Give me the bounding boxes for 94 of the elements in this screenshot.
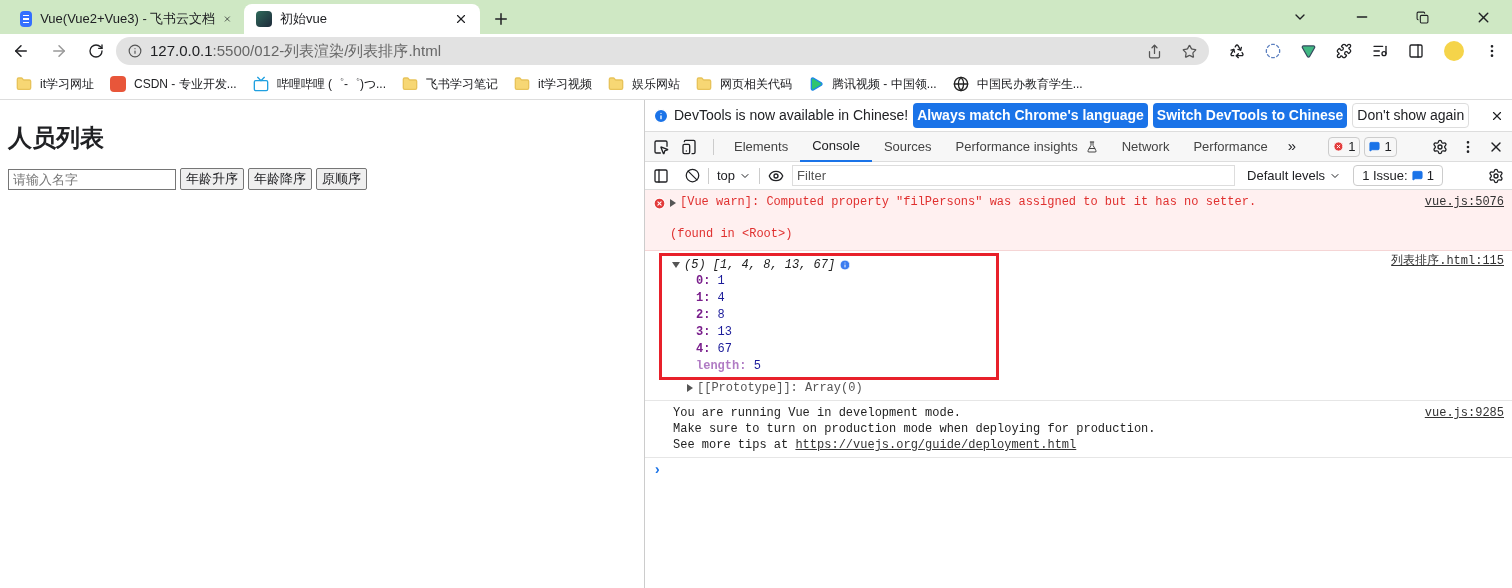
expand-arrow-icon[interactable] bbox=[670, 199, 676, 207]
extension-icon[interactable] bbox=[1265, 43, 1281, 59]
folder-icon bbox=[514, 75, 530, 92]
info-icon bbox=[839, 259, 852, 271]
close-icon[interactable] bbox=[454, 12, 468, 26]
source-link[interactable]: vue.js:9285 bbox=[1424, 405, 1504, 453]
new-tab-icon[interactable] bbox=[492, 10, 510, 28]
folder-icon bbox=[696, 75, 712, 92]
log-line: See more tips at https://vuejs.org/guide/deployment.html bbox=[673, 437, 1078, 453]
bookmark-item[interactable]: it学习网址 bbox=[16, 74, 94, 93]
folder-icon bbox=[402, 75, 418, 92]
bookmark-item[interactable]: 中国民办教育学生... bbox=[952, 74, 1083, 93]
bookmark-item[interactable]: CSDN - 专业开发... bbox=[110, 74, 237, 93]
infobar-message: DevTools is now available in Chinese! bbox=[674, 106, 909, 125]
more-tabs-button[interactable]: » bbox=[1279, 135, 1305, 158]
levels-dropdown[interactable]: Default levels bbox=[1247, 165, 1342, 186]
reload-icon[interactable] bbox=[88, 43, 104, 59]
log-line: You are running Vue in development mode. bbox=[673, 405, 963, 421]
expand-arrow-icon[interactable] bbox=[687, 384, 693, 392]
devtools-tab[interactable]: Performance bbox=[1181, 131, 1280, 162]
devtools-tab[interactable]: Performance insights bbox=[943, 131, 1110, 162]
star-icon[interactable] bbox=[1182, 43, 1197, 59]
array-entry: 4: 67 bbox=[695, 341, 733, 358]
logo-icon bbox=[110, 75, 126, 92]
message-text: [Vue warn]: Computed property "filPersons" was assigned to but it has no setter. bbox=[680, 194, 1257, 210]
settings-icon[interactable] bbox=[1432, 138, 1448, 155]
bookmark-item[interactable]: 娱乐网站 bbox=[608, 74, 680, 93]
infobar-button[interactable]: Switch DevTools to Chinese bbox=[1152, 103, 1348, 128]
vue-icon[interactable] bbox=[1301, 43, 1316, 59]
error-counter[interactable]: 1 bbox=[1328, 136, 1361, 157]
forward-icon[interactable] bbox=[50, 42, 68, 60]
devtools-tab[interactable]: Network bbox=[1109, 131, 1182, 162]
devtools-tab[interactable]: Elements bbox=[722, 131, 801, 162]
error-icon bbox=[653, 197, 666, 210]
context-selector[interactable]: top bbox=[717, 165, 752, 186]
page-heading: 人员列表 bbox=[8, 123, 105, 153]
sidebar-icon[interactable] bbox=[653, 167, 669, 184]
globe-icon bbox=[952, 75, 969, 92]
message-detail: (found in <Root>) bbox=[670, 226, 794, 243]
sort-button[interactable]: 年龄降序 bbox=[248, 168, 312, 190]
message-icon bbox=[1369, 141, 1381, 152]
sort-button[interactable]: 年龄升序 bbox=[180, 168, 244, 190]
browser-tab[interactable]: 初始vue bbox=[244, 4, 480, 34]
app-icon bbox=[256, 11, 272, 27]
prototype-entry: [[Prototype]]: Array(0) bbox=[697, 380, 863, 396]
recycle-icon[interactable] bbox=[1229, 43, 1245, 59]
bookmark-item[interactable]: it学习视频 bbox=[514, 74, 592, 93]
log-line: Make sure to turn on production mode when deploying for production. bbox=[673, 421, 1157, 437]
side-panel-icon[interactable] bbox=[1408, 43, 1424, 59]
filter-input[interactable]: Filter bbox=[792, 165, 1236, 186]
array-entry: length: 5 bbox=[695, 358, 762, 375]
console-prompt[interactable]: › bbox=[653, 462, 662, 478]
array-entry: 1: 4 bbox=[695, 290, 726, 307]
back-icon[interactable] bbox=[12, 42, 30, 60]
array-summary: (5) [1, 4, 8, 13, 67] bbox=[684, 257, 836, 273]
play-icon bbox=[808, 75, 824, 92]
info-icon bbox=[653, 107, 669, 124]
extensions-icon[interactable] bbox=[1336, 43, 1352, 59]
info-icon[interactable] bbox=[128, 44, 142, 58]
message-icon bbox=[1411, 170, 1423, 181]
message-counter[interactable]: 1 bbox=[1364, 136, 1397, 157]
bookmark-item[interactable]: 飞书学习笔记 bbox=[402, 74, 498, 93]
device-icon[interactable] bbox=[681, 138, 697, 155]
playlist-icon[interactable] bbox=[1372, 43, 1388, 59]
folder-icon bbox=[16, 75, 32, 92]
bookmark-item[interactable]: 网页相关代码 bbox=[696, 74, 792, 93]
docs-link[interactable]: https://vuejs.org/guide/deployment.html bbox=[795, 438, 1077, 452]
name-input[interactable]: 请输入名字 bbox=[8, 168, 176, 190]
flask-icon bbox=[1085, 140, 1098, 153]
array-entry: 0: 1 bbox=[695, 273, 726, 290]
tv-icon bbox=[252, 75, 269, 92]
inspect-icon[interactable] bbox=[653, 138, 669, 155]
array-entry: 2: 8 bbox=[695, 307, 726, 324]
share-icon[interactable] bbox=[1147, 43, 1162, 59]
expand-arrow-icon[interactable] bbox=[672, 262, 680, 268]
sort-button[interactable]: 原顺序 bbox=[316, 168, 367, 190]
bookmark-item[interactable]: 哔哩哔哩 (゜-゜)つ... bbox=[252, 74, 386, 93]
source-link[interactable]: 列表排序.html:115 bbox=[1391, 253, 1504, 396]
bookmark-item[interactable]: 腾讯视频 - 中国领... bbox=[808, 74, 937, 93]
address-bar[interactable]: 127.0.0.1:5500/012-列表渲染/列表排序.html bbox=[116, 37, 1209, 65]
array-entry: 3: 13 bbox=[695, 324, 733, 341]
settings-icon[interactable] bbox=[1488, 167, 1504, 184]
error-icon bbox=[1333, 141, 1345, 152]
document-icon bbox=[20, 11, 33, 27]
devtools-tab[interactable]: Sources bbox=[871, 131, 944, 162]
folder-icon bbox=[608, 75, 624, 92]
source-link[interactable]: vue.js:5076 bbox=[1424, 194, 1504, 246]
dismiss-button[interactable]: Don't show again bbox=[1352, 103, 1470, 128]
clear-icon[interactable] bbox=[685, 168, 700, 183]
restore-icon[interactable] bbox=[1416, 10, 1429, 24]
infobar-button[interactable]: Always match Chrome's language bbox=[913, 103, 1148, 128]
issues-button[interactable]: 1 Issue: 1 bbox=[1353, 165, 1443, 186]
browser-tab[interactable]: Vue(Vue2+Vue3) - 飞书云文档 bbox=[8, 4, 244, 34]
devtools-tab[interactable]: Console bbox=[800, 131, 872, 162]
